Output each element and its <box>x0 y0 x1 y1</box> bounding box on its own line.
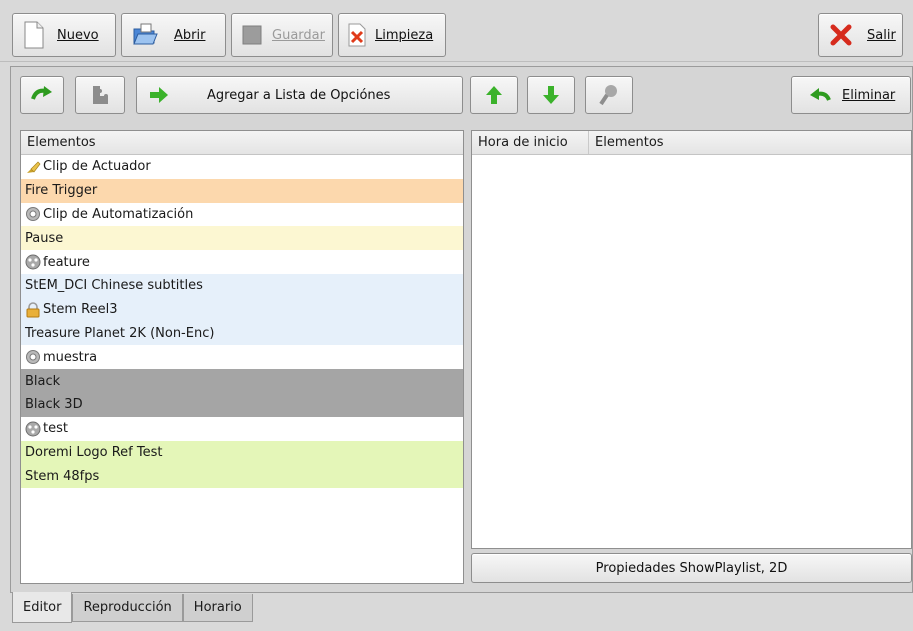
tab-reproduccion[interactable]: Reproducción <box>72 594 183 622</box>
elements-rows: Clip de Actuador Fire Trigger Clip de Auto… <box>21 155 463 489</box>
right-arrow-icon <box>149 86 169 104</box>
salir-label: Salir <box>867 27 896 43</box>
clear-icon <box>347 23 367 47</box>
list-item-label: Black 3D <box>25 397 83 413</box>
list-item[interactable]: Fire Trigger <box>21 178 463 203</box>
list-item-label: Stem Reel3 <box>43 302 118 318</box>
limpieza-label: Limpieza <box>375 27 434 43</box>
film-reel-icon <box>25 254 41 270</box>
list-item[interactable]: Pause <box>21 226 463 251</box>
list-item[interactable]: Doremi Logo Ref Test <box>21 440 463 465</box>
list-item[interactable]: Stem 48fps <box>21 464 463 489</box>
exit-icon <box>829 23 853 47</box>
list-item-label: Clip de Actuador <box>43 159 151 175</box>
playlist-table[interactable]: Hora de inicio Elementos <box>471 130 912 549</box>
magnifier-icon <box>598 83 620 107</box>
tab-editor[interactable]: Editor <box>12 592 73 623</box>
main-toolbar: Nuevo Abrir Guardar Limpieza Salir <box>0 0 913 62</box>
add-to-list-button[interactable]: Agregar a Lista de Opciónes <box>136 76 463 114</box>
playlist-header: Hora de inicio Elementos <box>472 131 911 155</box>
list-item[interactable]: Stem Reel3 <box>21 297 463 322</box>
list-item[interactable]: Black <box>21 369 463 393</box>
replace-button[interactable] <box>20 76 64 114</box>
eliminar-button[interactable]: Eliminar <box>791 76 911 114</box>
abrir-button[interactable]: Abrir <box>121 13 226 57</box>
column-header-hora-de-inicio[interactable]: Hora de inicio <box>472 131 589 154</box>
list-item[interactable]: feature <box>21 250 463 274</box>
guardar-label: Guardar <box>272 27 325 43</box>
limpieza-button[interactable]: Limpieza <box>338 13 446 57</box>
back-arrow-icon <box>808 86 832 104</box>
guardar-button[interactable]: Guardar <box>231 13 333 57</box>
puzzle-icon <box>88 83 112 107</box>
list-item-label: Treasure Planet 2K (Non-Enc) <box>25 325 215 341</box>
nuevo-button[interactable]: Nuevo <box>12 13 116 57</box>
move-down-button[interactable] <box>527 76 575 114</box>
save-icon <box>242 25 262 45</box>
column-header-elementos[interactable]: Elementos <box>21 131 463 154</box>
list-item[interactable]: Treasure Planet 2K (Non-Enc) <box>21 321 463 346</box>
search-button[interactable] <box>585 76 633 114</box>
list-item-label: Stem 48fps <box>25 468 100 484</box>
list-item-label: StEM_DCI Chinese subtitles <box>25 278 203 294</box>
down-arrow-icon <box>542 85 560 105</box>
list-item-label: muestra <box>43 349 98 365</box>
move-up-button[interactable] <box>470 76 518 114</box>
list-item[interactable]: Clip de Actuador <box>21 155 463 179</box>
add-to-list-label: Agregar a Lista de Opciónes <box>207 87 391 103</box>
list-item[interactable]: test <box>21 416 463 441</box>
list-item-label: test <box>43 421 68 437</box>
tab-horario[interactable]: Horario <box>182 594 253 622</box>
list-item-label: feature <box>43 254 90 270</box>
editor-workspace: Agregar a Lista de Opciónes Eliminar Ele… <box>10 66 913 593</box>
film-reel-icon <box>25 421 41 437</box>
bottom-tabs: Editor Reproducción Horario <box>12 592 253 624</box>
new-document-icon <box>23 21 45 49</box>
up-arrow-icon <box>485 85 503 105</box>
elements-list[interactable]: Elementos Clip de Actuador Fire Trigger Cl… <box>20 130 464 584</box>
list-item-label: Doremi Logo Ref Test <box>25 444 163 460</box>
list-item[interactable]: Clip de Automatización <box>21 202 463 227</box>
gear-icon <box>25 349 41 365</box>
list-item-label: Pause <box>25 230 64 246</box>
list-item[interactable]: muestra <box>21 345 463 370</box>
list-item-label: Fire Trigger <box>25 183 98 199</box>
salir-button[interactable]: Salir <box>818 13 903 57</box>
properties-label: Propiedades ShowPlaylist, 2D <box>595 560 788 576</box>
list-item[interactable]: Black 3D <box>21 392 463 417</box>
list-item-label: Clip de Automatización <box>43 206 194 222</box>
group-button[interactable] <box>75 76 125 114</box>
lock-icon <box>25 301 41 318</box>
column-header-elementos[interactable]: Elementos <box>589 131 911 154</box>
gear-icon <box>25 206 41 222</box>
nuevo-label: Nuevo <box>57 27 99 43</box>
actuator-icon <box>25 159 41 175</box>
properties-button[interactable]: Propiedades ShowPlaylist, 2D <box>471 553 912 583</box>
elements-list-header: Elementos <box>21 131 463 155</box>
open-folder-icon <box>132 23 158 47</box>
list-item-label: Black <box>25 373 61 389</box>
list-item[interactable]: StEM_DCI Chinese subtitles <box>21 273 463 298</box>
curved-arrow-icon <box>30 85 54 105</box>
abrir-label: Abrir <box>174 27 206 43</box>
eliminar-label: Eliminar <box>842 87 896 103</box>
